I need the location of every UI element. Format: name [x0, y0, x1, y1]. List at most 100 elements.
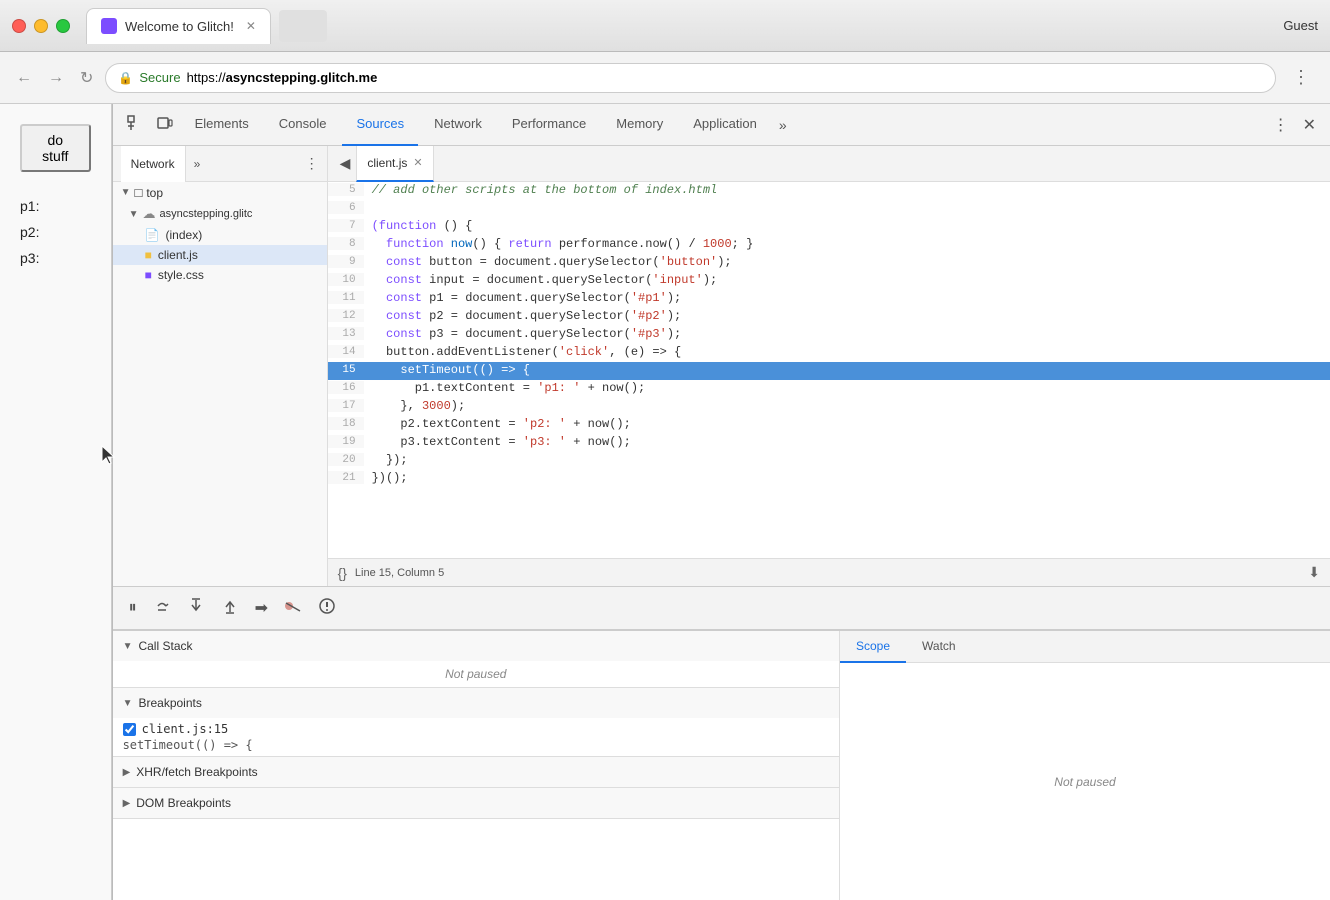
traffic-lights — [12, 19, 70, 33]
url-text: https://asyncstepping.glitch.me — [187, 70, 378, 85]
dom-header[interactable]: ▶ DOM Breakpoints — [113, 788, 839, 818]
step-out-button[interactable] — [217, 593, 243, 624]
code-line-20: 20 }); — [328, 452, 1330, 470]
tree-item-top[interactable]: ▼ □ top — [113, 182, 327, 203]
guest-label: Guest — [1283, 18, 1318, 33]
code-tab-label: client.js — [367, 156, 407, 170]
tab-application[interactable]: Application — [679, 104, 771, 146]
bp-file-label: client.js:15 — [142, 722, 229, 736]
file-icon-html: 📄 — [145, 228, 160, 242]
url-domain: asyncstepping.glitch.me — [226, 70, 378, 85]
pause-on-exceptions-button[interactable] — [314, 593, 340, 624]
tree-item-asyncstepping[interactable]: ▼ ☁ asyncstepping.glitc — [113, 203, 327, 225]
file-tree-header: Network » ⋮ — [113, 146, 327, 182]
pause-resume-button[interactable]: ⏸ — [125, 595, 141, 621]
code-line-17: 17 }, 3000); — [328, 398, 1330, 416]
dom-arrow: ▶ — [123, 798, 131, 809]
tab-performance[interactable]: Performance — [498, 104, 600, 146]
network-tab[interactable]: Network — [121, 146, 186, 182]
browser-menu-button[interactable]: ⋮ — [1284, 63, 1318, 92]
p1-label: p1: — [20, 198, 91, 214]
maximize-button[interactable] — [56, 19, 70, 33]
breakpoint-checkbox[interactable] — [123, 723, 136, 736]
cursor-position: Line 15, Column 5 — [355, 567, 444, 579]
devtools-menu-button[interactable]: ⋮ — [1267, 115, 1295, 135]
more-tabs-button[interactable]: » — [773, 117, 793, 133]
tab-network[interactable]: Network — [420, 104, 496, 146]
tree-item-index[interactable]: 📄 (index) — [113, 225, 327, 245]
url-prefix: https:// — [187, 70, 226, 85]
sources-panel: Network » ⋮ ▼ □ top ▼ ☁ asyncstepping.gl… — [113, 146, 1330, 900]
tree-label-index: (index) — [166, 228, 203, 242]
back-button[interactable]: ← — [12, 65, 36, 91]
tree-item-clientjs[interactable]: ■ client.js — [113, 245, 327, 265]
minimize-button[interactable] — [34, 19, 48, 33]
xhr-section: ▶ XHR/fetch Breakpoints — [113, 757, 839, 788]
xhr-header[interactable]: ▶ XHR/fetch Breakpoints — [113, 757, 839, 787]
source-tree-menu[interactable]: ⋮ — [305, 155, 319, 172]
device-toolbar-button[interactable] — [151, 111, 179, 138]
code-line-8: 8 function now() { return performance.no… — [328, 236, 1330, 254]
secure-icon: 🔒 — [118, 71, 133, 85]
xhr-arrow: ▶ — [123, 767, 131, 778]
breakpoints-arrow: ▼ — [123, 698, 133, 709]
format-button[interactable]: {} — [338, 565, 347, 581]
call-stack-label: Call Stack — [138, 639, 192, 653]
browser-tab[interactable]: Welcome to Glitch! ✕ — [86, 8, 271, 44]
tab-memory[interactable]: Memory — [602, 104, 677, 146]
code-content[interactable]: 5 // add other scripts at the bottom of … — [328, 182, 1330, 558]
tab-favicon — [101, 18, 117, 34]
address-box[interactable]: 🔒 Secure https://asyncstepping.glitch.me — [105, 63, 1276, 93]
step-over-button[interactable] — [149, 593, 175, 624]
forward-button[interactable]: → — [44, 65, 68, 91]
left-panel: ▼ Call Stack Not paused ▼ Breakpoints — [113, 631, 840, 900]
code-line-9: 9 const button = document.querySelector(… — [328, 254, 1330, 272]
code-tabs: ◀ client.js ✕ — [328, 146, 1330, 182]
watch-tab[interactable]: Watch — [906, 631, 972, 663]
tree-arrow-top: ▼ — [121, 187, 131, 198]
tab-sources[interactable]: Sources — [342, 104, 418, 146]
breakpoints-section: ▼ Breakpoints client.js:15 setTimeout(()… — [113, 688, 839, 757]
call-stack-header[interactable]: ▼ Call Stack — [113, 631, 839, 661]
breakpoint-item: client.js:15 setTimeout(() => { — [113, 718, 839, 756]
new-tab-area — [279, 10, 327, 42]
code-line-21: 21 })(); — [328, 470, 1330, 488]
tree-arrow-async: ▼ — [129, 209, 139, 220]
breakpoints-header[interactable]: ▼ Breakpoints — [113, 688, 839, 718]
tab-close-icon[interactable]: ✕ — [246, 19, 256, 33]
code-tab-close[interactable]: ✕ — [413, 156, 422, 169]
do-stuff-button[interactable]: do stuff — [20, 124, 91, 172]
p3-label: p3: — [20, 250, 91, 266]
sources-inner: Network » ⋮ ▼ □ top ▼ ☁ asyncstepping.gl… — [113, 146, 1330, 586]
step-into-button[interactable] — [183, 593, 209, 624]
step-button[interactable]: ➡ — [251, 594, 272, 622]
tab-title: Welcome to Glitch! — [125, 19, 234, 34]
inspect-element-button[interactable] — [121, 111, 149, 138]
call-stack-arrow: ▼ — [123, 641, 133, 652]
code-line-16: 16 p1.textContent = 'p1: ' + now(); — [328, 380, 1330, 398]
code-line-5: 5 // add other scripts at the bottom of … — [328, 182, 1330, 200]
scope-tab[interactable]: Scope — [840, 631, 906, 663]
code-line-18: 18 p2.textContent = 'p2: ' + now(); — [328, 416, 1330, 434]
call-stack-status: Not paused — [445, 667, 506, 681]
breakpoints-label: Breakpoints — [138, 696, 201, 710]
close-button[interactable] — [12, 19, 26, 33]
tab-console[interactable]: Console — [265, 104, 341, 146]
xhr-label: XHR/fetch Breakpoints — [136, 765, 257, 779]
tree-item-stylecss[interactable]: ■ style.css — [113, 265, 327, 285]
deactivate-breakpoints-button[interactable] — [280, 595, 306, 622]
scope-status: Not paused — [1054, 775, 1115, 789]
more-source-tabs[interactable]: » — [190, 157, 205, 171]
console-drawer-button[interactable]: ⬇ — [1308, 564, 1320, 581]
main-layout: do stuff p1: p2: p3: — [0, 104, 1330, 900]
reload-button[interactable]: ↻ — [76, 64, 97, 92]
right-panel: Scope Watch Not paused — [840, 631, 1330, 900]
devtools-close-button[interactable]: ✕ — [1297, 115, 1322, 135]
scope-content: Not paused — [840, 663, 1330, 900]
code-tab-clientjs[interactable]: client.js ✕ — [356, 146, 433, 182]
prev-file-button[interactable]: ◀ — [336, 153, 355, 174]
addressbar: ← → ↻ 🔒 Secure https://asyncstepping.gli… — [0, 52, 1330, 104]
tree-label-stylecss: style.css — [158, 268, 204, 282]
code-line-6: 6 — [328, 200, 1330, 218]
tab-elements[interactable]: Elements — [181, 104, 263, 146]
